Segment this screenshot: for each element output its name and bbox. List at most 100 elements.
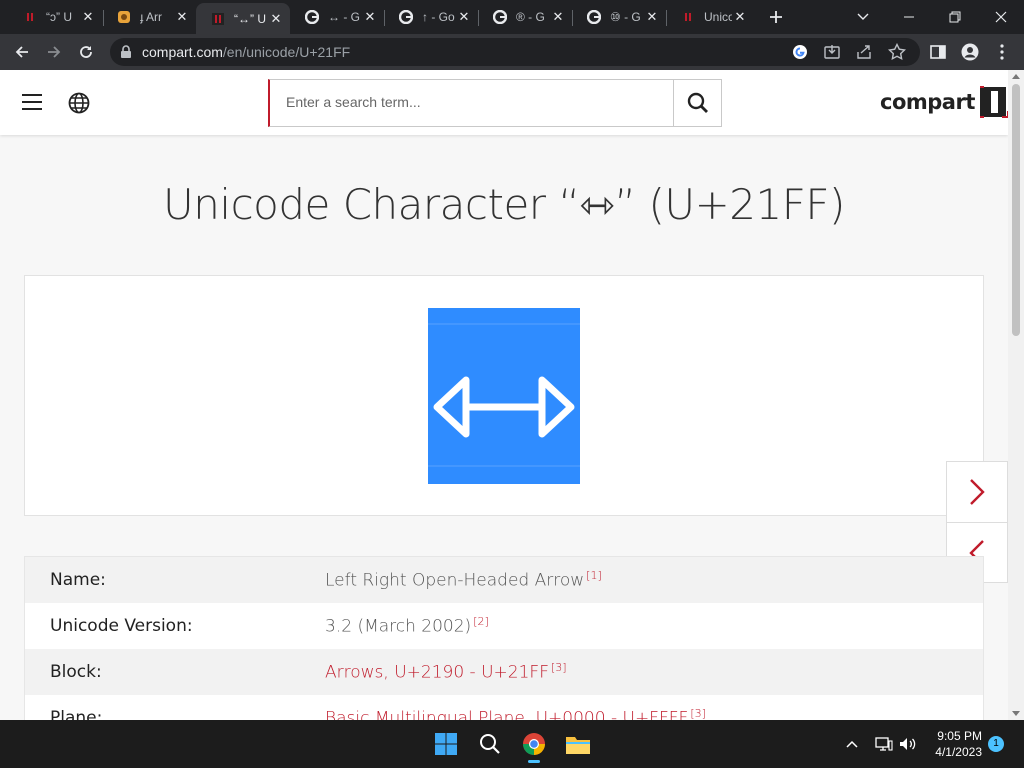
install-app-icon[interactable] xyxy=(824,44,840,60)
network-icon[interactable] xyxy=(874,734,894,754)
close-tab-icon[interactable]: ✕ xyxy=(644,9,660,25)
more-vert-icon xyxy=(1000,44,1004,60)
share-icon[interactable] xyxy=(856,44,872,60)
restore-icon xyxy=(949,11,961,23)
chrome-icon xyxy=(523,733,545,755)
clock-time: 9:05 PM xyxy=(937,729,982,743)
taskbar-search-button[interactable] xyxy=(470,724,510,764)
address-bar[interactable]: compart.com/en/unicode/U+21FF xyxy=(110,38,920,66)
minimize-button[interactable] xyxy=(886,0,932,34)
url-host: compart.com xyxy=(142,44,223,60)
url-text: compart.com/en/unicode/U+21FF xyxy=(142,44,350,60)
table-row: Plane: Basic Multilingual Plane, U+0000 … xyxy=(25,695,983,720)
tab-title: ɟ Arr xyxy=(140,10,163,24)
compart-logo-mark xyxy=(979,86,1009,118)
google-lens-icon[interactable] xyxy=(792,44,808,60)
close-window-button[interactable] xyxy=(978,0,1024,34)
browser-tab-active[interactable]: “↔” U ✕ xyxy=(196,3,290,34)
browser-toolbar: compart.com/en/unicode/U+21FF xyxy=(0,34,1024,70)
close-tab-icon[interactable]: ✕ xyxy=(362,9,378,25)
windows-taskbar: 9:05 PM 4/1/2023 1 xyxy=(0,720,1024,768)
page-viewport: compart Unicode Character “⇿” (U+21FF) N… xyxy=(0,70,1024,720)
reference-link[interactable]: [1] xyxy=(586,569,602,582)
forward-arrow-icon xyxy=(48,46,61,58)
browser-menu-button[interactable] xyxy=(988,38,1016,66)
search-button[interactable] xyxy=(673,80,721,126)
chevron-up-icon xyxy=(846,740,858,748)
browser-tab[interactable]: ɟ Arr ✕ xyxy=(102,3,196,31)
side-panel-icon xyxy=(930,45,946,59)
page-title: Unicode Character “⇿” (U+21FF) xyxy=(163,180,845,229)
reload-icon xyxy=(80,46,92,58)
reference-link[interactable]: [3] xyxy=(690,707,706,720)
globe-icon[interactable] xyxy=(68,92,90,114)
search-input[interactable] xyxy=(286,94,666,110)
chevron-right-icon xyxy=(970,479,985,505)
browser-tab[interactable]: ↔ - G ✕ xyxy=(290,3,384,31)
search-icon xyxy=(687,92,708,113)
browser-tab[interactable]: ↑ - Go ✕ xyxy=(384,3,478,31)
profile-button[interactable] xyxy=(956,38,984,66)
tab-title: ↑ - Go xyxy=(422,10,455,24)
glyph-card xyxy=(24,275,984,516)
browser-tab[interactable]: Unico ✕ xyxy=(666,3,754,31)
new-tab-button[interactable] xyxy=(754,0,798,34)
compart-icon xyxy=(210,11,226,27)
google-icon xyxy=(304,9,320,25)
profile-icon xyxy=(961,43,979,61)
folder-icon xyxy=(566,737,590,754)
site-header: compart xyxy=(0,70,1009,135)
plane-link[interactable]: Basic Multilingual Plane, U+0000 - U+FFF… xyxy=(325,709,688,720)
search-icon xyxy=(480,734,500,754)
row-label: Plane: xyxy=(50,708,103,720)
reload-button[interactable] xyxy=(72,38,100,66)
windows-logo-icon xyxy=(435,733,457,755)
table-row: Name: Left Right Open-Headed Arrow [1] xyxy=(25,557,983,603)
volume-icon[interactable] xyxy=(898,734,918,754)
browser-tab[interactable]: ⑩ - G ✕ xyxy=(572,3,666,31)
forward-button[interactable] xyxy=(40,38,68,66)
reference-link[interactable]: [2] xyxy=(473,615,489,628)
compart-logo[interactable]: compart xyxy=(880,86,1009,118)
restore-button[interactable] xyxy=(932,0,978,34)
character-name-value: Left Right Open-Headed Arrow xyxy=(325,570,585,591)
row-value: Left Right Open-Headed Arrow [1] xyxy=(325,569,602,591)
reference-link[interactable]: [3] xyxy=(551,661,567,674)
compart-icon xyxy=(680,9,696,25)
close-tab-icon[interactable]: ✕ xyxy=(732,9,748,25)
close-tab-icon[interactable]: ✕ xyxy=(268,11,284,27)
file-explorer-button[interactable] xyxy=(558,724,598,764)
bookmark-star-icon[interactable] xyxy=(888,43,906,61)
system-clock[interactable]: 9:05 PM 4/1/2023 xyxy=(926,728,982,760)
scrollbar-thumb[interactable] xyxy=(1012,84,1020,336)
clock-date: 4/1/2023 xyxy=(935,745,982,759)
notification-badge[interactable]: 1 xyxy=(988,736,1004,752)
page-scrollbar[interactable] xyxy=(1008,70,1024,720)
chrome-taskbar-button[interactable] xyxy=(514,724,554,764)
close-tab-icon[interactable]: ✕ xyxy=(456,9,472,25)
close-tab-icon[interactable]: ✕ xyxy=(550,9,566,25)
character-info-table: Name: Left Right Open-Headed Arrow [1] Un… xyxy=(24,556,984,720)
close-tab-icon[interactable]: ✕ xyxy=(174,9,190,25)
block-link[interactable]: Arrows, U+2190 - U+21FF xyxy=(325,663,549,683)
url-path: /en/unicode/U+21FF xyxy=(222,44,351,60)
browser-tab[interactable]: “ɔ” U ✕ xyxy=(8,3,102,31)
google-icon xyxy=(586,9,602,25)
scroll-down-arrow[interactable] xyxy=(1012,711,1020,716)
logo-text: compart xyxy=(880,90,975,114)
google-icon xyxy=(492,9,508,25)
back-button[interactable] xyxy=(8,38,36,66)
start-button[interactable] xyxy=(426,724,466,764)
row-label: Block: xyxy=(50,662,102,682)
tab-search-button[interactable] xyxy=(840,0,886,34)
search-box xyxy=(268,79,722,127)
compart-icon xyxy=(22,9,38,25)
menu-icon[interactable] xyxy=(22,94,42,110)
next-character-button[interactable] xyxy=(947,462,1007,522)
close-tab-icon[interactable]: ✕ xyxy=(80,9,96,25)
side-panel-button[interactable] xyxy=(924,38,952,66)
row-label: Unicode Version: xyxy=(50,616,193,636)
scroll-up-arrow[interactable] xyxy=(1012,74,1020,79)
show-hidden-icons-button[interactable] xyxy=(842,734,862,754)
browser-tab[interactable]: ® - G ✕ xyxy=(478,3,572,31)
